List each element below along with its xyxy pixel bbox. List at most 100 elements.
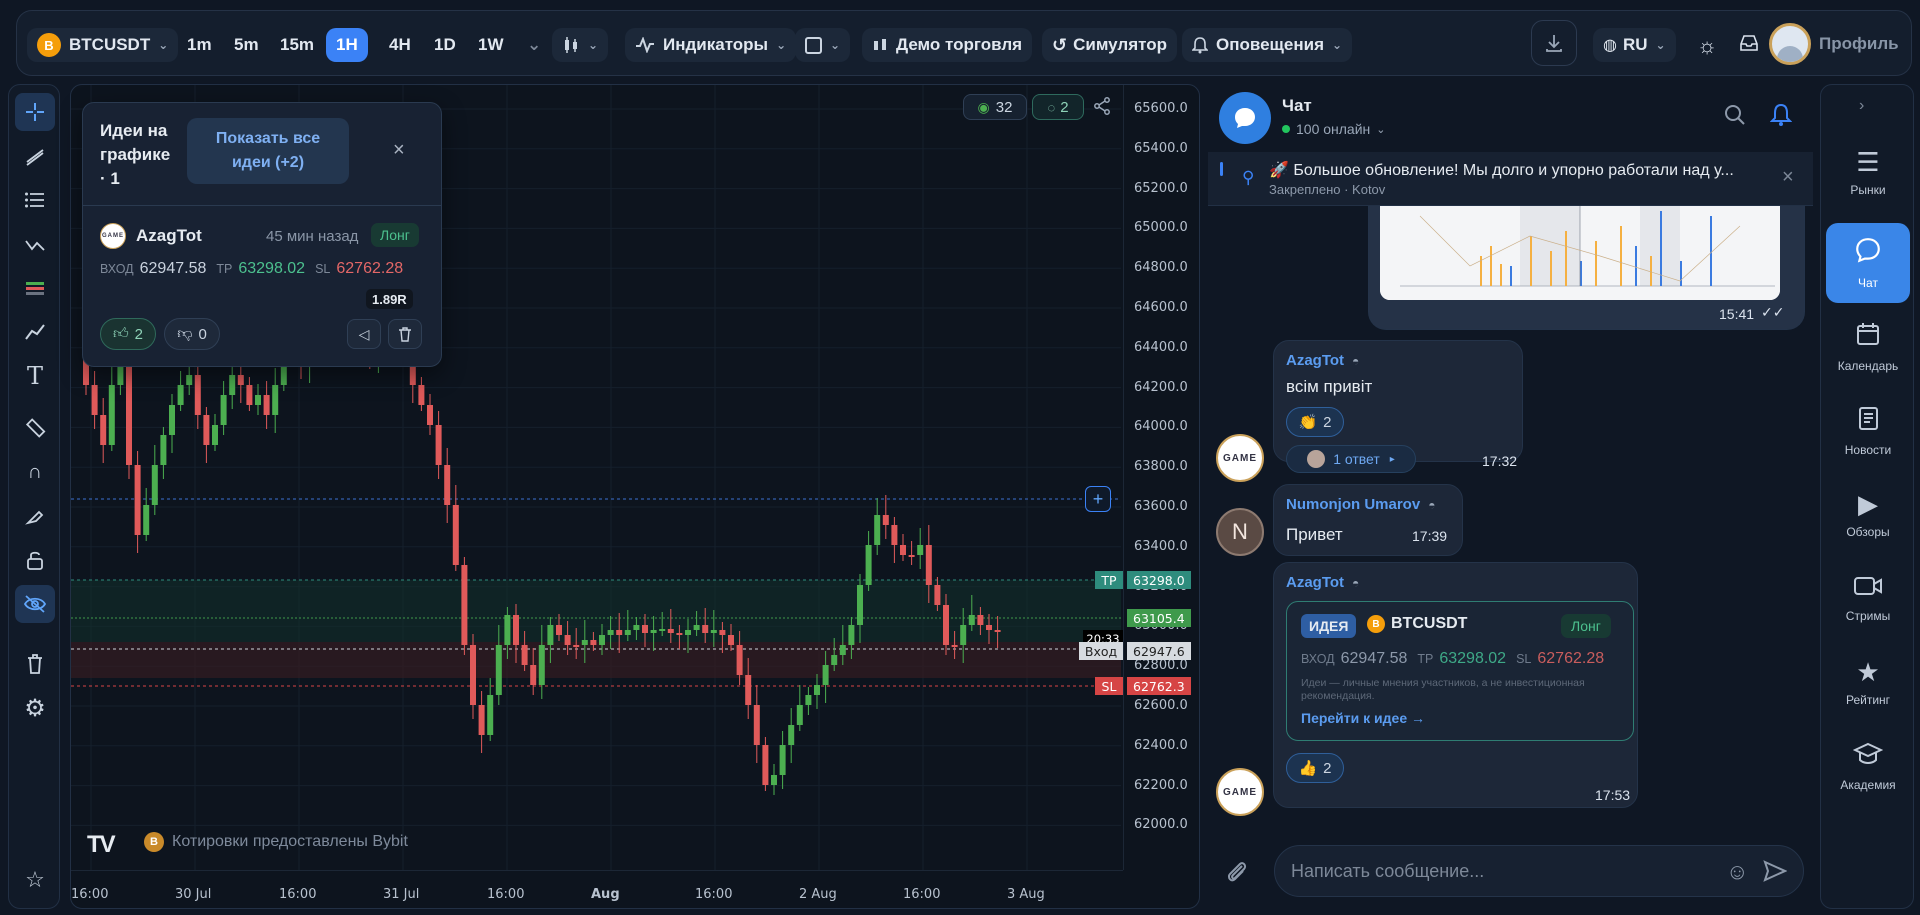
- interval-1m[interactable]: 1m: [177, 28, 222, 62]
- author-name: Numonjon Umarov: [1286, 496, 1421, 513]
- candle-body: [237, 375, 244, 385]
- attach-paperclip-icon[interactable]: [1224, 858, 1250, 891]
- announce-button[interactable]: ◁: [347, 319, 381, 349]
- fib-tool-icon[interactable]: [15, 269, 55, 307]
- nav-reviews[interactable]: ▶ Обзоры: [1826, 475, 1910, 555]
- online-indicator[interactable]: 100 онлайн ⌄: [1282, 121, 1386, 137]
- nav-label: Обзоры: [1846, 525, 1890, 539]
- ruler-tool-icon[interactable]: [15, 409, 55, 447]
- dislikes-count: 0: [198, 325, 207, 343]
- share-icon[interactable]: [1093, 97, 1111, 120]
- ideas-counter[interactable]: ◌ 2: [1032, 94, 1084, 120]
- trash-tool-icon[interactable]: [15, 645, 55, 683]
- interval-15m[interactable]: 15m: [270, 28, 324, 62]
- chart-type-selector[interactable]: ⌄: [552, 28, 609, 62]
- magnet-tool-icon[interactable]: ∩: [15, 453, 55, 491]
- chevron-down-icon: ⌄: [830, 38, 841, 52]
- favorites-star-icon[interactable]: ☆: [15, 861, 55, 899]
- avatar: [1769, 23, 1811, 65]
- attribution: B Котировки предоставлены Bybit: [144, 832, 408, 852]
- search-icon[interactable]: [1724, 104, 1746, 131]
- message-input[interactable]: Написать сообщение... ☺: [1274, 845, 1804, 897]
- replies-button[interactable]: 1 ответ ▸: [1286, 445, 1416, 473]
- send-icon[interactable]: [1763, 860, 1788, 887]
- markets-icon: ☰: [1856, 147, 1880, 177]
- nav-academy[interactable]: Академия: [1826, 727, 1910, 807]
- message-author[interactable]: AzagTot ◓: [1286, 574, 1359, 591]
- nav-streams[interactable]: Стримы: [1826, 559, 1910, 639]
- chat-title: Чат: [1282, 96, 1312, 115]
- message-author[interactable]: AzagTot ◓: [1286, 352, 1359, 369]
- idea-card[interactable]: ИДЕЯ B BTCUSDT Лонг ВХОД 62947.58 TP 632…: [1286, 601, 1634, 741]
- interval-4h[interactable]: 4H: [379, 28, 421, 62]
- show-all-ideas-button[interactable]: Показать все идеи (+2): [187, 118, 349, 184]
- interval-1d[interactable]: 1D: [424, 28, 466, 62]
- simulator-button[interactable]: ↺ Симулятор: [1042, 28, 1177, 62]
- candle-body: [160, 435, 167, 465]
- nav-markets[interactable]: ☰ Рынки: [1826, 133, 1910, 213]
- android-icon: ◓: [1352, 353, 1360, 368]
- user-avatar[interactable]: GAME: [1216, 768, 1264, 816]
- nav-news[interactable]: Новости: [1826, 391, 1910, 471]
- candle-body: [590, 640, 597, 645]
- nav-label: Календарь: [1837, 359, 1899, 373]
- chart-screenshot-image[interactable]: [1380, 206, 1780, 300]
- text-tool-icon[interactable]: T: [15, 357, 55, 395]
- language-selector[interactable]: ◍ RU ⌄: [1593, 28, 1676, 62]
- list-tool-icon[interactable]: [15, 181, 55, 219]
- inbox-button[interactable]: [1739, 33, 1759, 58]
- nav-chat[interactable]: Чат: [1826, 223, 1910, 303]
- alerts-button[interactable]: Оповещения ⌄: [1182, 28, 1353, 62]
- interval-5m[interactable]: 5m: [224, 28, 269, 62]
- user-avatar[interactable]: GAME: [1216, 434, 1264, 482]
- settings-gear-icon[interactable]: ⚙: [15, 689, 55, 727]
- profile-button[interactable]: Профиль: [1769, 22, 1899, 66]
- time-axis-label: 16:00: [279, 887, 317, 902]
- add-alert-plus-button[interactable]: +: [1085, 486, 1111, 512]
- nav-rating[interactable]: ★ Рейтинг: [1826, 643, 1910, 723]
- intervals-more-icon[interactable]: ⌄: [517, 28, 551, 62]
- watchers-counter[interactable]: ◉ 32: [963, 94, 1027, 120]
- notification-bell-icon[interactable]: [1769, 103, 1793, 132]
- candle-body: [547, 625, 554, 645]
- demo-trading-button[interactable]: Демо торговля: [862, 28, 1033, 62]
- delete-idea-button[interactable]: [388, 319, 422, 349]
- collapse-chevron-icon[interactable]: ›: [1859, 97, 1864, 115]
- emoji-picker-icon[interactable]: ☺: [1726, 859, 1748, 885]
- theme-sun-icon[interactable]: ☼: [1697, 33, 1717, 59]
- line-chart-tool-icon[interactable]: [15, 313, 55, 351]
- like-button[interactable]: 👍︎ 2: [100, 318, 156, 350]
- candle-body: [685, 630, 691, 635]
- user-avatar[interactable]: N: [1216, 508, 1264, 556]
- candle-body: [487, 695, 494, 735]
- go-to-idea-link[interactable]: Перейти к идее →: [1301, 710, 1425, 726]
- android-icon: ◓: [1352, 575, 1360, 590]
- layout-selector[interactable]: ⌄: [795, 28, 851, 62]
- download-button[interactable]: [1531, 20, 1577, 66]
- interval-1h[interactable]: 1H: [326, 28, 368, 62]
- trendline-tool-icon[interactable]: [15, 137, 55, 175]
- lock-tool-icon[interactable]: [15, 541, 55, 579]
- candle-body: [865, 545, 872, 585]
- reaction-chip[interactable]: 👏 2: [1286, 407, 1344, 437]
- close-icon[interactable]: ×: [393, 139, 405, 162]
- brush-tool-icon[interactable]: [15, 497, 55, 535]
- indicators-button[interactable]: Индикаторы ⌄: [625, 28, 797, 62]
- candle-body: [117, 365, 124, 385]
- symbol-selector[interactable]: B BTCUSDT ⌄: [27, 28, 179, 62]
- candle-body: [573, 645, 580, 647]
- image-message[interactable]: 15:41 ✓✓: [1368, 206, 1805, 330]
- message-author[interactable]: Numonjon Umarov ◓: [1286, 496, 1435, 513]
- close-pinned-icon[interactable]: ×: [1782, 166, 1794, 189]
- reaction-chip[interactable]: 👍 2: [1286, 753, 1344, 783]
- dislike-button[interactable]: 👎︎ 0: [164, 318, 220, 350]
- idea-author[interactable]: AzagTot: [136, 226, 202, 246]
- interval-1w[interactable]: 1W: [468, 28, 514, 62]
- pinned-message[interactable]: ⚲ 🚀 Большое обновление! Мы долго и упорн…: [1208, 152, 1813, 206]
- crosshair-tool-icon[interactable]: [15, 93, 55, 131]
- bybit-coin-icon: B: [144, 832, 164, 852]
- nav-calendar[interactable]: Календарь: [1826, 307, 1910, 387]
- hide-drawings-icon[interactable]: [15, 585, 55, 623]
- candle-body: [908, 555, 915, 557]
- pattern-tool-icon[interactable]: [15, 225, 55, 263]
